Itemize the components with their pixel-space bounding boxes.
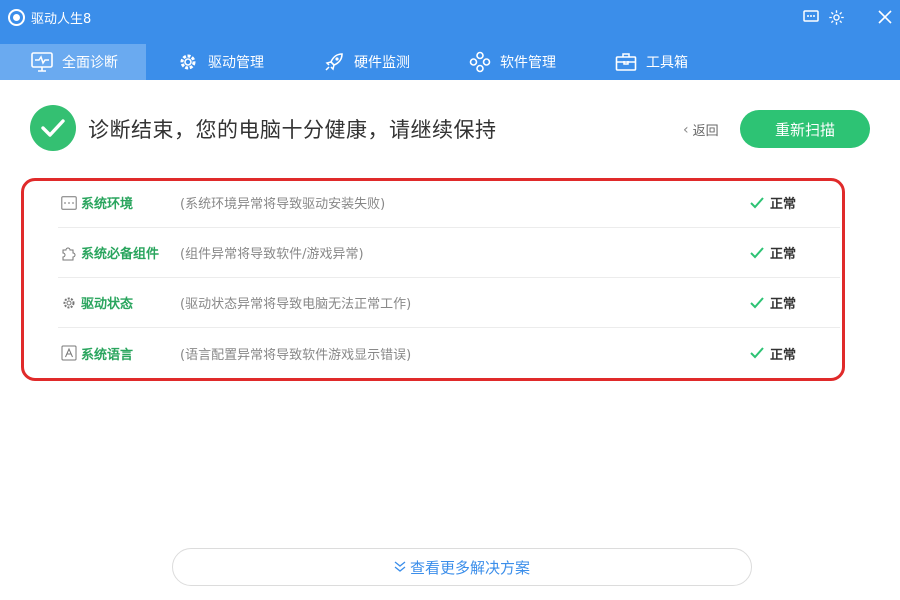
- check-icon: [750, 196, 764, 208]
- status-label: 正常: [770, 247, 797, 262]
- rocket-icon: [322, 50, 346, 74]
- diagnostic-description: (语言配置异常将导致软件游戏显示错误): [180, 347, 412, 363]
- check-icon: [750, 347, 764, 359]
- status-label: 正常: [770, 197, 797, 212]
- more-solutions-button[interactable]: 查看更多解决方案: [172, 548, 752, 586]
- more-solutions-label: 查看更多解决方案: [409, 558, 530, 577]
- rescan-button[interactable]: 重新扫描: [740, 110, 870, 148]
- diagnostic-name: 系统环境: [81, 197, 134, 212]
- status-ok: 正常: [750, 243, 796, 262]
- monitor-pulse-icon: [30, 50, 54, 74]
- chevron-left-icon: ‹: [683, 121, 689, 138]
- diagnostic-row: 系统必备组件 (组件异常将导致软件/游戏异常) 正常: [58, 228, 840, 278]
- diagnostic-description: (驱动状态异常将导致电脑无法正常工作): [180, 297, 412, 312]
- diagnostic-name: 系统必备组件: [81, 247, 160, 262]
- diagnostic-name: 驱动状态: [81, 297, 134, 312]
- settings-icon[interactable]: [825, 6, 847, 28]
- feedback-icon[interactable]: [800, 6, 822, 28]
- tab-label: 全面诊断: [62, 55, 118, 71]
- double-chevron-down-icon: [394, 561, 406, 573]
- tab-driver-management[interactable]: 驱动管理: [146, 44, 292, 80]
- letter-a-icon: [61, 345, 77, 361]
- main-tabs: 全面诊断 驱动管理 硬件监测 软件管理 工具箱: [0, 44, 730, 80]
- status-ok: 正常: [750, 293, 796, 312]
- status-ok: 正常: [750, 344, 796, 363]
- diagnostic-row: 系统语言 (语言配置异常将导致软件游戏显示错误) 正常: [58, 328, 840, 378]
- close-icon[interactable]: [874, 6, 896, 28]
- diagnostic-list: 系统环境 (系统环境异常将导致驱动安装失败) 正常 系统必备组件 (组件异常将导…: [58, 178, 840, 378]
- diagnostic-description: (系统环境异常将导致驱动安装失败): [180, 197, 386, 212]
- gear-icon: [176, 50, 200, 74]
- diagnosis-headline: 诊断结束，您的电脑十分健康，请继续保持: [88, 118, 497, 142]
- status-label: 正常: [770, 347, 797, 363]
- tab-label: 驱动管理: [208, 55, 264, 71]
- app-title: 驱动人生8: [8, 7, 91, 27]
- back-label: 返回: [692, 124, 719, 139]
- app-logo-icon: [8, 8, 25, 26]
- tab-full-diagnosis[interactable]: 全面诊断: [0, 44, 146, 80]
- diagnostic-row: 驱动状态 (驱动状态异常将导致电脑无法正常工作) 正常: [58, 278, 840, 328]
- status-label: 正常: [770, 297, 797, 312]
- app-window: 驱动人生8 全面诊断 驱动管理 硬件监测 软件管理 工具箱 诊断结束，您的电脑十…: [0, 0, 900, 600]
- tab-software-management[interactable]: 软件管理: [438, 44, 584, 80]
- apps-grid-icon: [468, 50, 492, 74]
- check-icon: [750, 296, 764, 308]
- title-bar: 驱动人生8 全面诊断 驱动管理 硬件监测 软件管理 工具箱: [0, 0, 900, 80]
- back-link[interactable]: ‹ 返回: [683, 120, 719, 140]
- tab-hardware-monitor[interactable]: 硬件监测: [292, 44, 438, 80]
- tab-label: 软件管理: [500, 55, 556, 71]
- gear-icon: [61, 295, 77, 311]
- diagnostic-description: (组件异常将导致软件/游戏异常): [180, 247, 364, 262]
- diagnostic-row: 系统环境 (系统环境异常将导致驱动安装失败) 正常: [58, 178, 840, 228]
- check-icon: [750, 246, 764, 258]
- toolbox-icon: [614, 50, 638, 74]
- status-ok: 正常: [750, 193, 796, 212]
- tab-toolbox[interactable]: 工具箱: [584, 44, 730, 80]
- puzzle-icon: [61, 245, 77, 261]
- tab-label: 硬件监测: [354, 55, 410, 71]
- tab-label: 工具箱: [646, 55, 688, 71]
- window-icon: [61, 195, 77, 211]
- diagnostic-name: 系统语言: [81, 347, 134, 363]
- success-check-icon: [30, 105, 76, 151]
- app-title-text: 驱动人生8: [31, 11, 92, 27]
